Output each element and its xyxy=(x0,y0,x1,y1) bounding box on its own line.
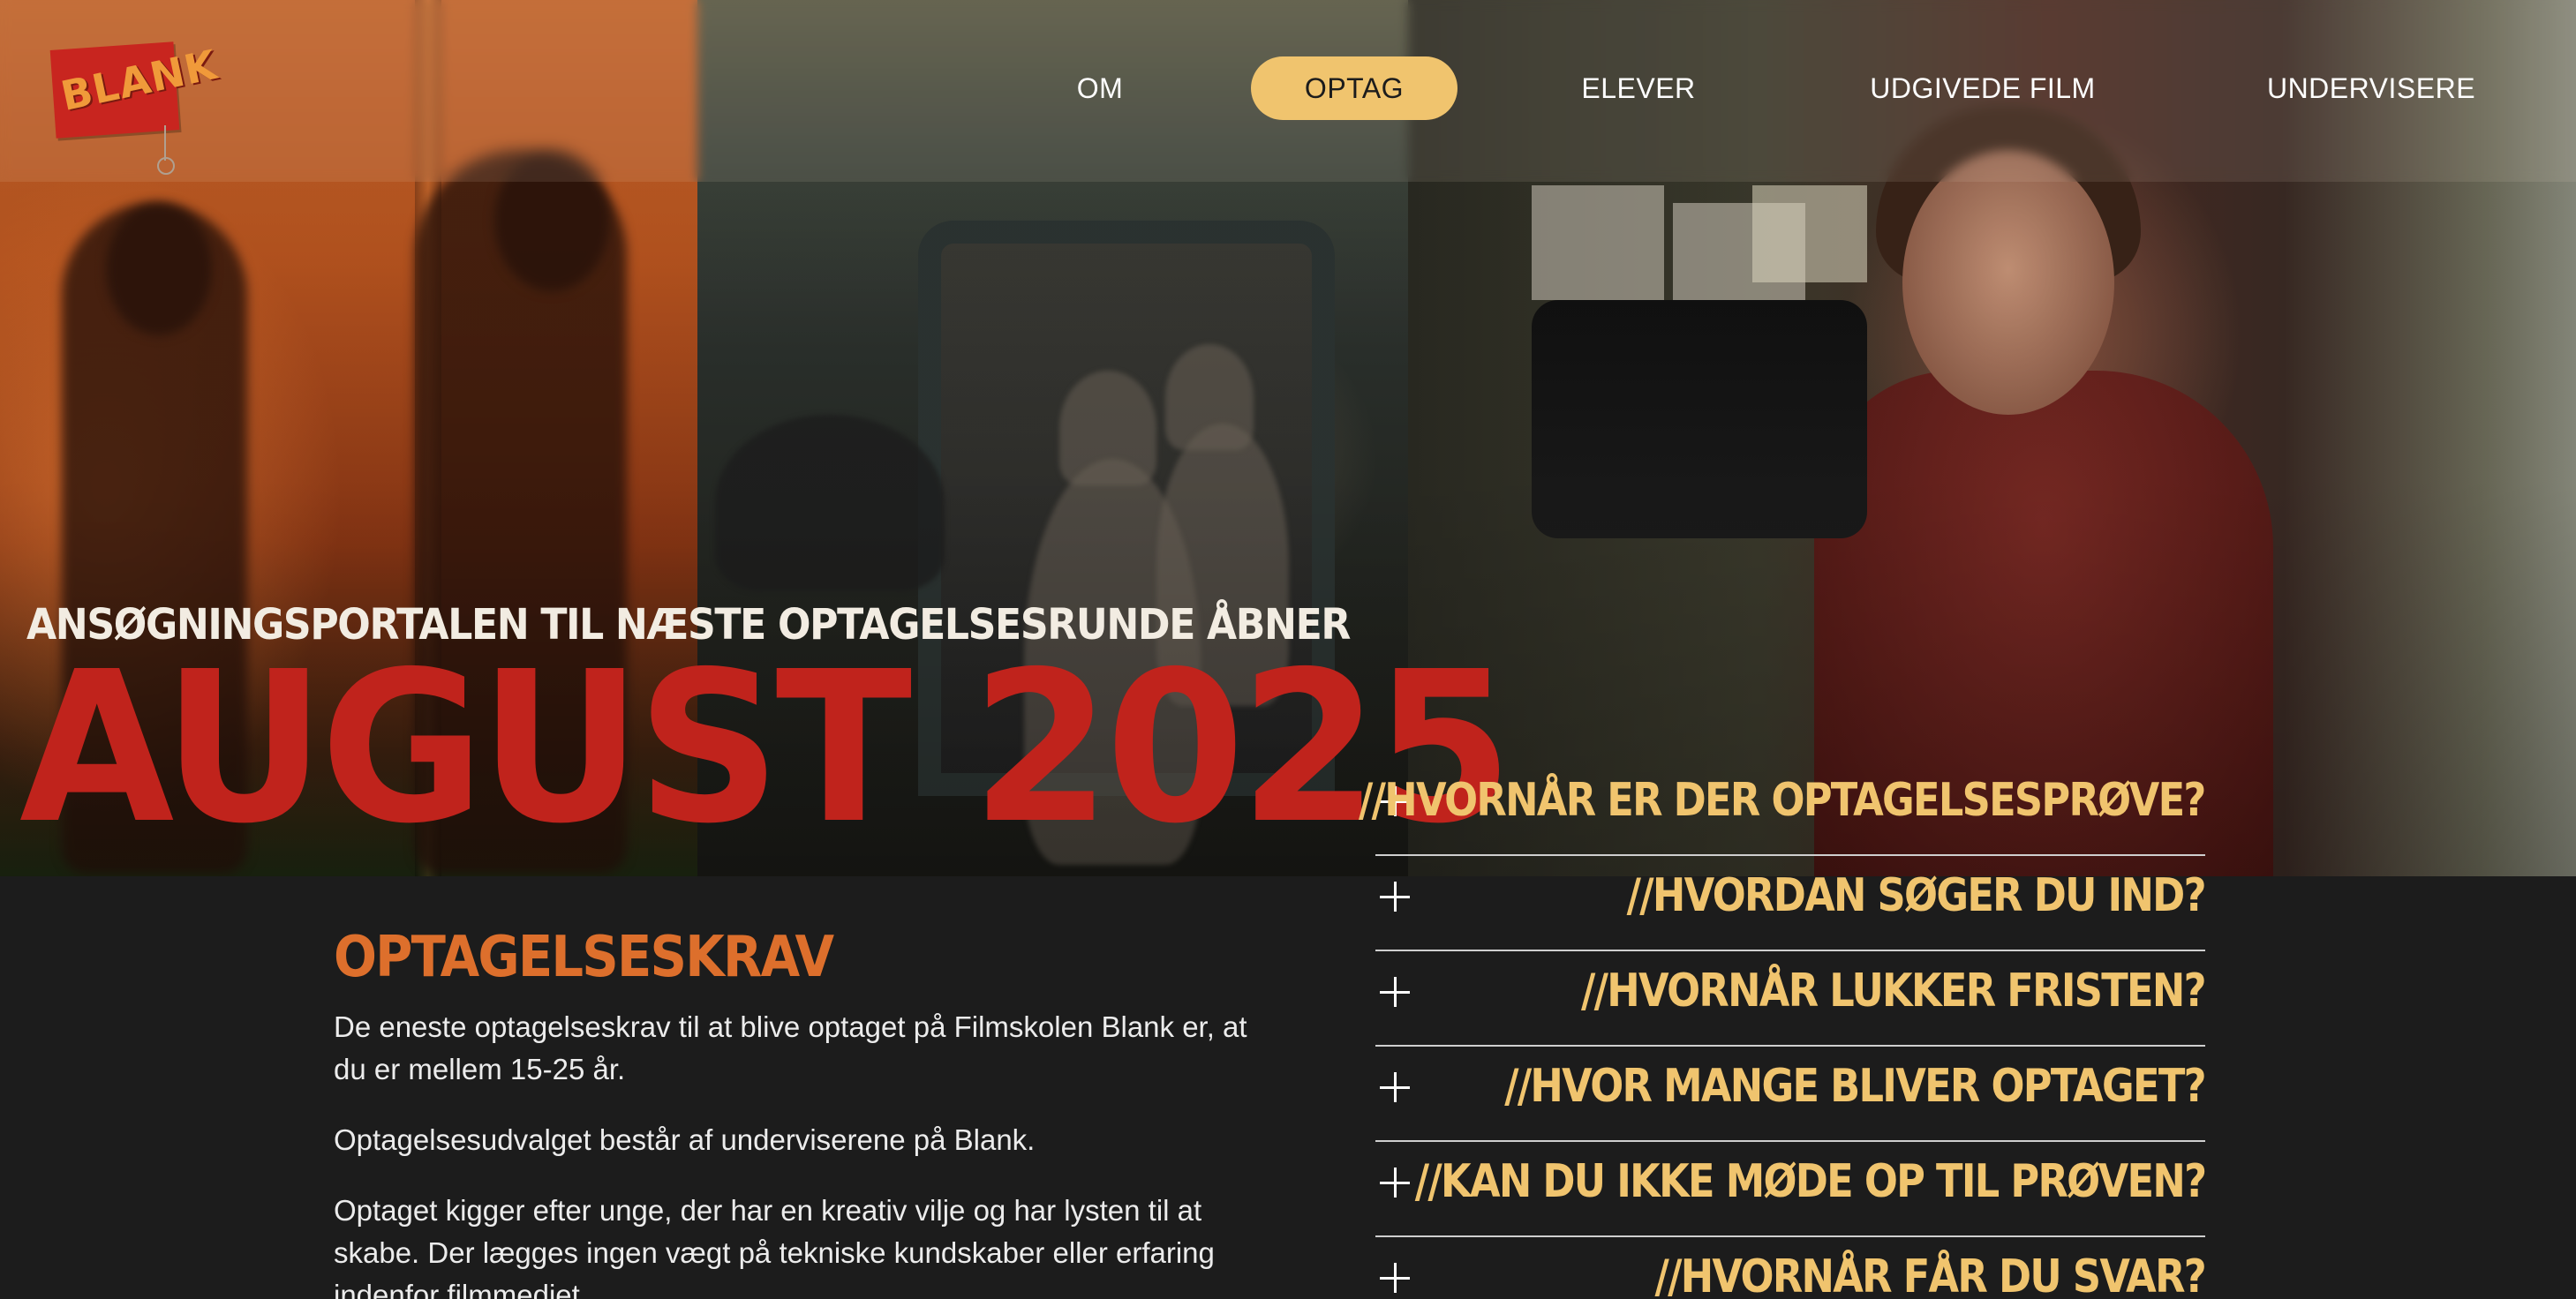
faq-item[interactable]: //HVOR MANGE BLIVER OPTAGET? xyxy=(1375,1047,2207,1142)
faq-item[interactable]: //HVORNÅR FÅR DU SVAR? xyxy=(1375,1237,2207,1299)
requirements-paragraph: De eneste optagelseskrav til at blive op… xyxy=(334,1010,1247,1085)
nav-item-om[interactable]: OM xyxy=(1047,56,1153,120)
nav-item-optag[interactable]: OPTAG xyxy=(1251,56,1457,120)
plus-icon[interactable] xyxy=(1377,1070,1412,1105)
faq-accordion: //HVORNÅR ER DER OPTAGELSESPRØVE? //HVOR… xyxy=(1359,761,2207,1299)
faq-question[interactable]: //HVORNÅR ER DER OPTAGELSESPRØVE? xyxy=(1359,770,2206,831)
faq-question[interactable]: //HVORNÅR LUKKER FRISTEN? xyxy=(1581,960,2206,1022)
nav-item-undervisere[interactable]: UNDERVISERE xyxy=(2265,56,2477,120)
faq-item[interactable]: //KAN DU IKKE MØDE OP TIL PRØVEN? xyxy=(1375,1142,2207,1237)
hero-date: AUGUST 2025 xyxy=(19,627,1513,869)
plus-icon[interactable] xyxy=(1377,1260,1412,1295)
requirements-paragraph: Optaget kigger efter unge, der har en kr… xyxy=(334,1194,1215,1299)
requirements-title: OPTAGELSESKRAV xyxy=(334,925,834,990)
plus-icon[interactable] xyxy=(1377,1165,1412,1200)
requirements-section: OPTAGELSESKRAV De eneste optagelseskrav … xyxy=(334,925,1287,1299)
faq-question[interactable]: //HVORDAN SØGER DU IND? xyxy=(1627,865,2207,927)
nav-item-udgivede-film[interactable]: UDGIVEDE FILM xyxy=(1861,56,2105,120)
faq-question[interactable]: //KAN DU IKKE MØDE OP TIL PRØVEN? xyxy=(1414,1151,2206,1213)
faq-question[interactable]: //HVORNÅR FÅR DU SVAR? xyxy=(1654,1246,2206,1299)
faq-item[interactable]: //HVORNÅR ER DER OPTAGELSESPRØVE? xyxy=(1359,761,2207,856)
plus-icon[interactable] xyxy=(1377,879,1412,914)
plus-icon[interactable] xyxy=(1377,974,1412,1010)
requirements-paragraph: Optagelsesudvalget består af undervisere… xyxy=(334,1123,1036,1156)
page: BLANK OM OPTAG ELEVER UDGIVEDE FILM UNDE… xyxy=(0,0,2576,1299)
faq-item[interactable]: //HVORNÅR LUKKER FRISTEN? xyxy=(1375,951,2207,1047)
blank-logo[interactable]: BLANK xyxy=(46,30,222,175)
faq-item[interactable]: //HVORDAN SØGER DU IND? xyxy=(1375,856,2207,951)
faq-question[interactable]: //HVOR MANGE BLIVER OPTAGET? xyxy=(1504,1055,2206,1117)
nav-item-elever[interactable]: ELEVER xyxy=(1568,56,1709,120)
